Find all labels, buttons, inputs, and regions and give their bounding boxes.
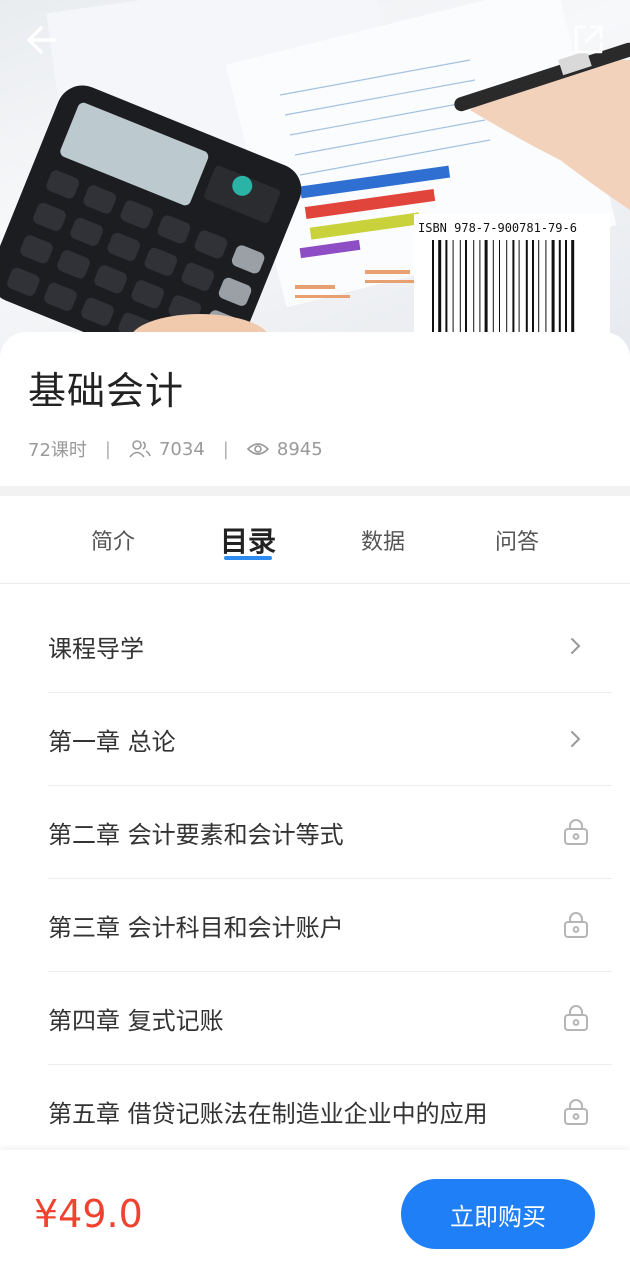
chapter-label: 第五章 借贷记账法在制造业企业中的应用	[48, 1100, 488, 1128]
chapter-list: 课程导学 第一章 总论 第二章 会计要素和会计等式 第三章 会计科目和会计账户 …	[0, 584, 630, 1150]
tab-bar: 简介 目录 数据 问答	[0, 496, 630, 584]
course-title: 基础会计	[28, 369, 185, 413]
course-price: ¥49.0	[34, 1192, 143, 1236]
isbn-text: ISBN 978-7-900781-79-6	[418, 221, 577, 235]
external-link-icon	[574, 25, 603, 54]
chapter-item[interactable]: 第五章 借贷记账法在制造业企业中的应用	[48, 1065, 612, 1150]
tab-intro[interactable]: 简介	[48, 496, 178, 584]
chapter-label: 第二章 会计要素和会计等式	[48, 820, 344, 849]
lock-icon	[564, 1005, 588, 1031]
chevron-right-icon	[571, 638, 581, 654]
lock-icon	[564, 819, 588, 845]
barcode-bar	[492, 240, 494, 332]
tab-catalog[interactable]: 目录	[183, 496, 313, 584]
barcode-bar	[512, 240, 515, 332]
chapter-label: 第三章 会计科目和会计账户	[48, 913, 344, 942]
barcode-bar	[473, 240, 475, 332]
purchase-bar: ¥49.0 立即购买	[0, 1150, 630, 1280]
barcode-bar	[506, 240, 508, 332]
course-learners: 7034	[158, 438, 205, 460]
barcode-bar	[518, 240, 520, 332]
course-info-card: 基础会计 72课时 | 7034 | 8945	[0, 332, 630, 486]
barcode-bar	[445, 240, 448, 332]
course-views: 8945	[276, 438, 323, 460]
stats-divider: |	[104, 438, 111, 460]
eye-icon	[246, 441, 269, 457]
barcode-bar	[452, 240, 454, 332]
chapter-item[interactable]: 第四章 复式记账	[48, 972, 612, 1065]
people-icon	[129, 439, 151, 459]
chapter-label: 第一章 总论	[48, 727, 176, 756]
buy-now-button[interactable]: 立即购买	[401, 1179, 595, 1249]
barcode-bar	[571, 240, 575, 332]
chapter-label: 第四章 复式记账	[48, 1006, 224, 1035]
barcode-bar	[532, 240, 534, 332]
course-stats: 72课时 | 7034 | 8945	[28, 436, 323, 462]
barcode-bar	[432, 240, 434, 332]
chapter-item[interactable]: 课程导学	[48, 600, 612, 693]
active-tab-indicator	[224, 556, 272, 560]
course-hours: 72课时	[28, 440, 87, 461]
barcode-bar	[525, 240, 528, 332]
chapter-item[interactable]: 第一章 总论	[48, 693, 612, 786]
stats-divider: |	[222, 438, 229, 460]
barcode-bar	[551, 240, 555, 332]
arrow-left-icon	[27, 26, 57, 54]
barcode-bar	[545, 240, 547, 332]
chevron-right-icon	[571, 731, 581, 747]
barcode-bar	[558, 240, 561, 332]
barcode-bar	[465, 240, 467, 332]
cover-photo: ISBN 978-7-900781-79-6	[0, 0, 630, 360]
course-cover-image: ISBN 978-7-900781-79-6	[0, 0, 630, 360]
tab-qa[interactable]: 问答	[452, 496, 582, 584]
chapter-item[interactable]: 第三章 会计科目和会计账户	[48, 879, 612, 972]
barcode-bar	[484, 240, 488, 332]
lock-icon	[564, 912, 588, 938]
lock-icon	[564, 1098, 588, 1125]
barcode-bar	[565, 240, 567, 332]
chapter-label: 课程导学	[48, 634, 144, 663]
chapter-item[interactable]: 第二章 会计要素和会计等式	[48, 786, 612, 879]
back-button[interactable]	[20, 18, 64, 62]
tab-data[interactable]: 数据	[318, 496, 448, 584]
share-button[interactable]	[566, 18, 610, 62]
barcode-bar	[499, 240, 500, 332]
barcode-bar	[479, 240, 481, 332]
barcode-bar	[459, 240, 461, 332]
barcode-bar	[538, 240, 540, 332]
barcode-bar	[438, 240, 442, 332]
